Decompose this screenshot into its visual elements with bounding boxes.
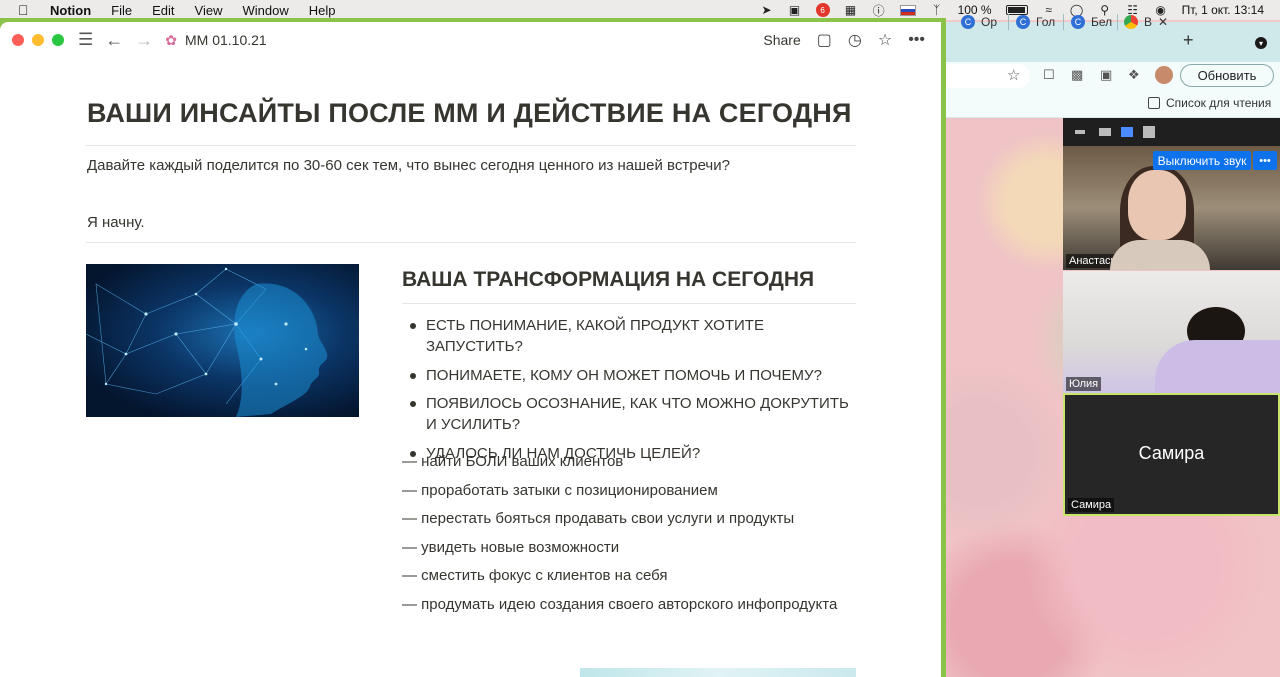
chrome-tab-2[interactable]: C Гол [1016, 12, 1055, 32]
location-arrow-icon[interactable]: ➤ [760, 3, 774, 17]
window-controls [12, 34, 64, 46]
more-options-button[interactable]: ••• [1253, 151, 1277, 170]
input-language-flag-icon[interactable] [899, 4, 916, 16]
breadcrumb-page-title[interactable]: MM 01.10.21 [185, 32, 267, 48]
digital-face-image[interactable] [86, 264, 359, 417]
minimize-view-icon[interactable] [1075, 130, 1085, 134]
tab-favicon-icon: C [961, 15, 975, 29]
notion-titlebar: ☰ ← → ✿ MM 01.10.21 Share ▢ ◷ ☆ ••• [0, 22, 941, 58]
menu-clock[interactable]: Пт, 1 окт. 13:14 [1182, 3, 1264, 17]
apple-icon[interactable]:  [18, 2, 38, 18]
dash-item[interactable]: — продумать идею создания своего авторск… [402, 594, 856, 623]
zoom-camera-icon[interactable]: ▣ [788, 3, 802, 17]
dash-item[interactable]: — перестать бояться продавать свои услуг… [402, 508, 856, 537]
extension-screenshot-icon[interactable]: ▩ [1071, 67, 1083, 83]
chrome-tab-active[interactable]: В ✕ [1124, 12, 1168, 32]
menu-file[interactable]: File [111, 3, 132, 18]
tab-favicon-icon: C [1016, 15, 1030, 29]
block-divider [86, 242, 856, 243]
tab-close-icon[interactable]: ✕ [1158, 15, 1168, 29]
profile-avatar[interactable] [1155, 66, 1173, 84]
new-tab-plus-icon[interactable]: + [1183, 30, 1194, 51]
bluetooth-icon[interactable]: ᛉ [930, 3, 944, 17]
dash-item[interactable]: — проработать затыки с позиционированием [402, 480, 856, 509]
participant-video [1155, 340, 1280, 393]
list-item[interactable]: ПОЯВИЛОСЬ ОСОЗНАНИЕ, КАК ЧТО МОЖНО ДОКРУ… [402, 393, 856, 435]
reading-list-icon [1148, 97, 1160, 109]
notion-topbar-actions: Share ▢ ◷ ☆ ••• [763, 22, 925, 58]
heading-divider [402, 303, 856, 304]
participant-video [1128, 170, 1186, 240]
participant-display-name: Самира [1138, 443, 1205, 463]
unmute-button[interactable]: Выключить звук [1153, 151, 1251, 170]
comments-icon[interactable]: ▢ [817, 30, 832, 50]
paragraph-share[interactable]: Давайте каждый поделится по 30-60 сек те… [87, 157, 730, 174]
favorite-star-icon[interactable]: ☆ [878, 30, 892, 50]
more-menu-icon[interactable]: ••• [908, 31, 925, 49]
forward-arrow-icon[interactable]: → [135, 30, 153, 51]
network-face-illustration [86, 267, 328, 417]
fullscreen-window-icon[interactable] [52, 34, 64, 46]
back-arrow-icon[interactable]: ← [105, 30, 123, 51]
chrome-favicon-icon [1124, 15, 1138, 29]
heading-insights[interactable]: ВАШИ ИНСАЙТЫ ПОСЛЕ ММ И ДЕЙСТВИЕ НА СЕГО… [87, 98, 856, 129]
menu-help[interactable]: Help [309, 3, 336, 18]
strip-view-icon[interactable] [1121, 127, 1133, 137]
dash-item[interactable]: — увидеть новые возможности [402, 537, 856, 566]
bookmark-star-icon[interactable]: ☆ [1007, 66, 1020, 84]
menu-edit[interactable]: Edit [152, 3, 174, 18]
gallery-view-icon[interactable] [1143, 126, 1155, 138]
participant-name: Самира [1068, 498, 1115, 512]
zoom-view-toolbar [1063, 118, 1280, 146]
list-item[interactable]: ПОНИМАЕТЕ, КОМУ ОН МОЖЕТ ПОМОЧЬ И ПОЧЕМУ… [402, 365, 856, 386]
reading-list[interactable]: Список для чтения [1148, 96, 1271, 110]
pocket-icon[interactable]: ☐ [1043, 67, 1055, 83]
dash-item[interactable]: — сместить фокус с клиентов на себя [402, 565, 856, 594]
update-button[interactable]: Обновить [1180, 64, 1274, 87]
chrome-tab-3[interactable]: C Бел [1071, 12, 1112, 32]
minimize-window-icon[interactable] [32, 34, 44, 46]
participant-video [1110, 240, 1210, 270]
dash-list: — найти БОЛИ ваших клиентов — проработат… [402, 451, 856, 622]
list-item[interactable]: ЕСТЬ ПОНИМАНИЕ, КАКОЙ ПРОДУКТ ХОТИТЕ ЗАП… [402, 315, 856, 357]
zoom-extension-icon[interactable]: ▣ [1100, 67, 1112, 83]
chrome-tab-1[interactable]: C Ор [961, 12, 997, 32]
notion-window: ☰ ← → ✿ MM 01.10.21 Share ▢ ◷ ☆ ••• ВАШИ… [0, 22, 941, 677]
menu-app-name[interactable]: Notion [50, 3, 91, 18]
sidebar-menu-icon[interactable]: ☰ [78, 30, 93, 50]
puzzle-extensions-icon[interactable]: ❖ [1128, 67, 1140, 83]
updates-clock-icon[interactable]: ◷ [848, 30, 862, 50]
notification-badge[interactable]: 6 [815, 3, 830, 17]
bullet-list: ЕСТЬ ПОНИМАНИЕ, КАКОЙ ПРОДУКТ ХОТИТЕ ЗАП… [402, 315, 856, 471]
heading-transformation[interactable]: ВАША ТРАНСФОРМАЦИЯ НА СЕГОДНЯ [402, 268, 814, 292]
dash-item[interactable]: — найти БОЛИ ваших клиентов [402, 451, 856, 480]
tab-search-chevron-icon[interactable]: ▾ [1255, 37, 1267, 49]
info-icon[interactable]: ⓘ [872, 4, 886, 18]
participant-tile-3-active[interactable]: Самира Самира [1063, 393, 1280, 516]
heading-divider [86, 145, 856, 146]
share-button[interactable]: Share [763, 32, 800, 48]
menu-view[interactable]: View [195, 3, 223, 18]
menu-window[interactable]: Window [242, 3, 288, 18]
participant-name: Юлия [1066, 377, 1102, 391]
tab-favicon-icon: C [1071, 15, 1085, 29]
paragraph-start[interactable]: Я начну. [87, 214, 145, 231]
close-window-icon[interactable] [12, 34, 24, 46]
speaker-view-icon[interactable] [1099, 128, 1111, 136]
brain-page-icon: ✿ [165, 31, 177, 48]
screen-icon[interactable]: ▦ [844, 3, 858, 17]
next-image-block-edge [580, 668, 856, 677]
